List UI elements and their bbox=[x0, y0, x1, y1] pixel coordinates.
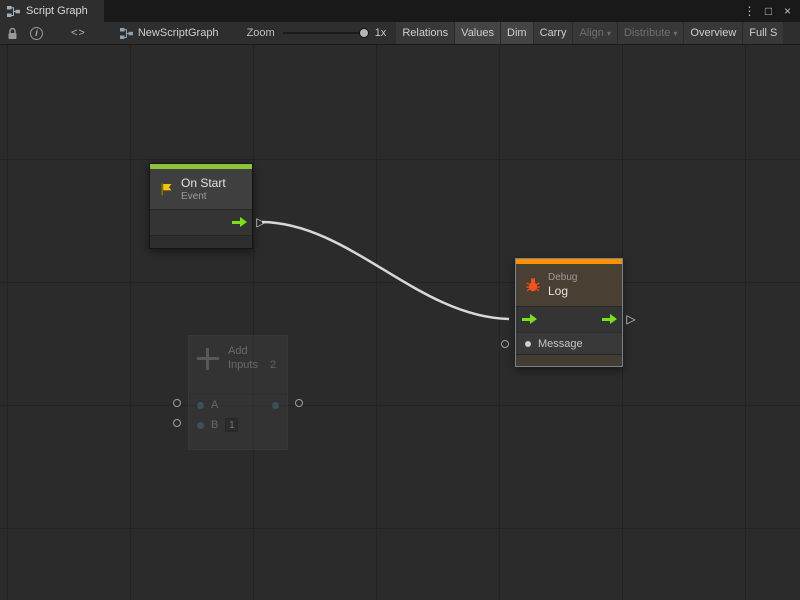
tab-title: Script Graph bbox=[26, 5, 88, 17]
toolbar-buttons: Relations Values Dim Carry Align ▾ Distr… bbox=[396, 22, 783, 44]
overview-button[interactable]: Overview bbox=[683, 22, 742, 44]
lock-icon[interactable] bbox=[6, 27, 18, 40]
node-add-ghost[interactable]: Add Inputs 2 A B 1 bbox=[188, 335, 288, 450]
on-start-exit-triangle-icon[interactable]: ▷ bbox=[256, 216, 265, 228]
node-debug-log[interactable]: Debug Log Message bbox=[515, 258, 623, 367]
plus-icon bbox=[197, 348, 219, 370]
tab-script-graph[interactable]: Script Graph bbox=[0, 0, 104, 22]
on-start-port-row bbox=[150, 209, 252, 235]
relations-button[interactable]: Relations bbox=[396, 22, 454, 44]
values-button[interactable]: Values bbox=[454, 22, 500, 44]
maximize-button[interactable]: □ bbox=[760, 0, 777, 22]
connection-layer bbox=[0, 45, 800, 600]
port-b-dot[interactable] bbox=[197, 422, 204, 429]
on-start-subtitle: Event bbox=[181, 191, 226, 202]
debug-title: Log bbox=[548, 284, 577, 298]
add-node-header: Add Inputs 2 bbox=[189, 336, 287, 394]
zoom-slider-track bbox=[283, 32, 369, 34]
close-button[interactable]: × bbox=[779, 0, 796, 22]
node-on-start[interactable]: On Start Event bbox=[149, 163, 253, 249]
flag-icon bbox=[159, 182, 174, 197]
carry-button[interactable]: Carry bbox=[533, 22, 573, 44]
on-start-header: On Start Event bbox=[150, 169, 252, 209]
add-node-ports: A B 1 bbox=[189, 394, 287, 435]
window-controls: ⋮ □ × bbox=[741, 0, 800, 22]
distribute-button: Distribute ▾ bbox=[617, 22, 683, 44]
distribute-button-label: Distribute bbox=[624, 27, 670, 39]
add-port-b-circle[interactable] bbox=[173, 419, 181, 427]
add-output-dot[interactable] bbox=[272, 402, 279, 409]
titlebar-spacer bbox=[104, 0, 741, 22]
zoom-slider-knob[interactable] bbox=[359, 28, 369, 38]
add-inputs-label: Inputs bbox=[228, 359, 258, 371]
on-start-title: On Start bbox=[181, 176, 226, 190]
add-output-circle[interactable] bbox=[295, 399, 303, 407]
port-row-b: B 1 bbox=[189, 415, 287, 435]
port-b-label: B bbox=[211, 419, 218, 431]
fullscreen-button[interactable]: Full S bbox=[742, 22, 783, 44]
add-inputs-count[interactable]: 2 bbox=[270, 359, 276, 371]
titlebar: Script Graph ⋮ □ × bbox=[0, 0, 800, 22]
debug-footer bbox=[516, 354, 622, 366]
script-graph-tab-icon bbox=[7, 6, 20, 17]
debug-category: Debug bbox=[548, 272, 577, 283]
port-b-value-field[interactable]: 1 bbox=[225, 418, 238, 432]
add-port-a-circle[interactable] bbox=[173, 399, 181, 407]
on-start-output-arrow-icon[interactable] bbox=[231, 217, 247, 228]
debug-header: Debug Log bbox=[516, 264, 622, 306]
info-icon[interactable]: i bbox=[30, 27, 43, 40]
bug-icon bbox=[525, 277, 541, 293]
graph-asset-reference[interactable]: NewScriptGraph bbox=[120, 27, 219, 39]
port-a-dot[interactable] bbox=[197, 402, 204, 409]
debug-message-row: Message bbox=[516, 332, 622, 354]
port-row-a: A bbox=[189, 395, 287, 415]
graph-canvas[interactable]: On Start Event D bbox=[0, 45, 800, 600]
debug-flow-row bbox=[516, 306, 622, 332]
zoom-label: Zoom bbox=[247, 27, 275, 39]
on-start-footer bbox=[150, 235, 252, 248]
zoom-value: 1x bbox=[375, 27, 387, 39]
add-node-footer bbox=[189, 435, 287, 449]
add-node-title: Add bbox=[228, 345, 276, 357]
zoom-slider[interactable] bbox=[283, 27, 369, 39]
debug-input-arrow-icon[interactable] bbox=[521, 314, 537, 325]
debug-exit-triangle-icon[interactable]: ▷ bbox=[626, 313, 635, 325]
script-graph-window: Script Graph ⋮ □ × i <> bbox=[0, 0, 800, 600]
graph-asset-icon bbox=[120, 28, 133, 39]
port-a-label: A bbox=[211, 399, 218, 411]
message-port-label: Message bbox=[538, 338, 583, 350]
chevron-down-icon: ▾ bbox=[673, 29, 677, 38]
debug-output-arrow-icon[interactable] bbox=[601, 314, 617, 325]
window-menu-button[interactable]: ⋮ bbox=[741, 0, 758, 22]
message-port-dot[interactable] bbox=[525, 341, 531, 347]
chevron-down-icon: ▾ bbox=[607, 29, 611, 38]
code-icon[interactable]: <> bbox=[71, 27, 86, 39]
graph-toolbar: i <> NewScriptGraph Zoom 1x Relations Va… bbox=[0, 22, 800, 45]
dim-button[interactable]: Dim bbox=[500, 22, 533, 44]
align-button-label: Align bbox=[579, 27, 603, 39]
graph-name-label: NewScriptGraph bbox=[138, 27, 219, 39]
align-button: Align ▾ bbox=[572, 22, 616, 44]
wire-onstart-to-log[interactable] bbox=[262, 222, 509, 319]
debug-message-port-circle[interactable] bbox=[501, 340, 509, 348]
